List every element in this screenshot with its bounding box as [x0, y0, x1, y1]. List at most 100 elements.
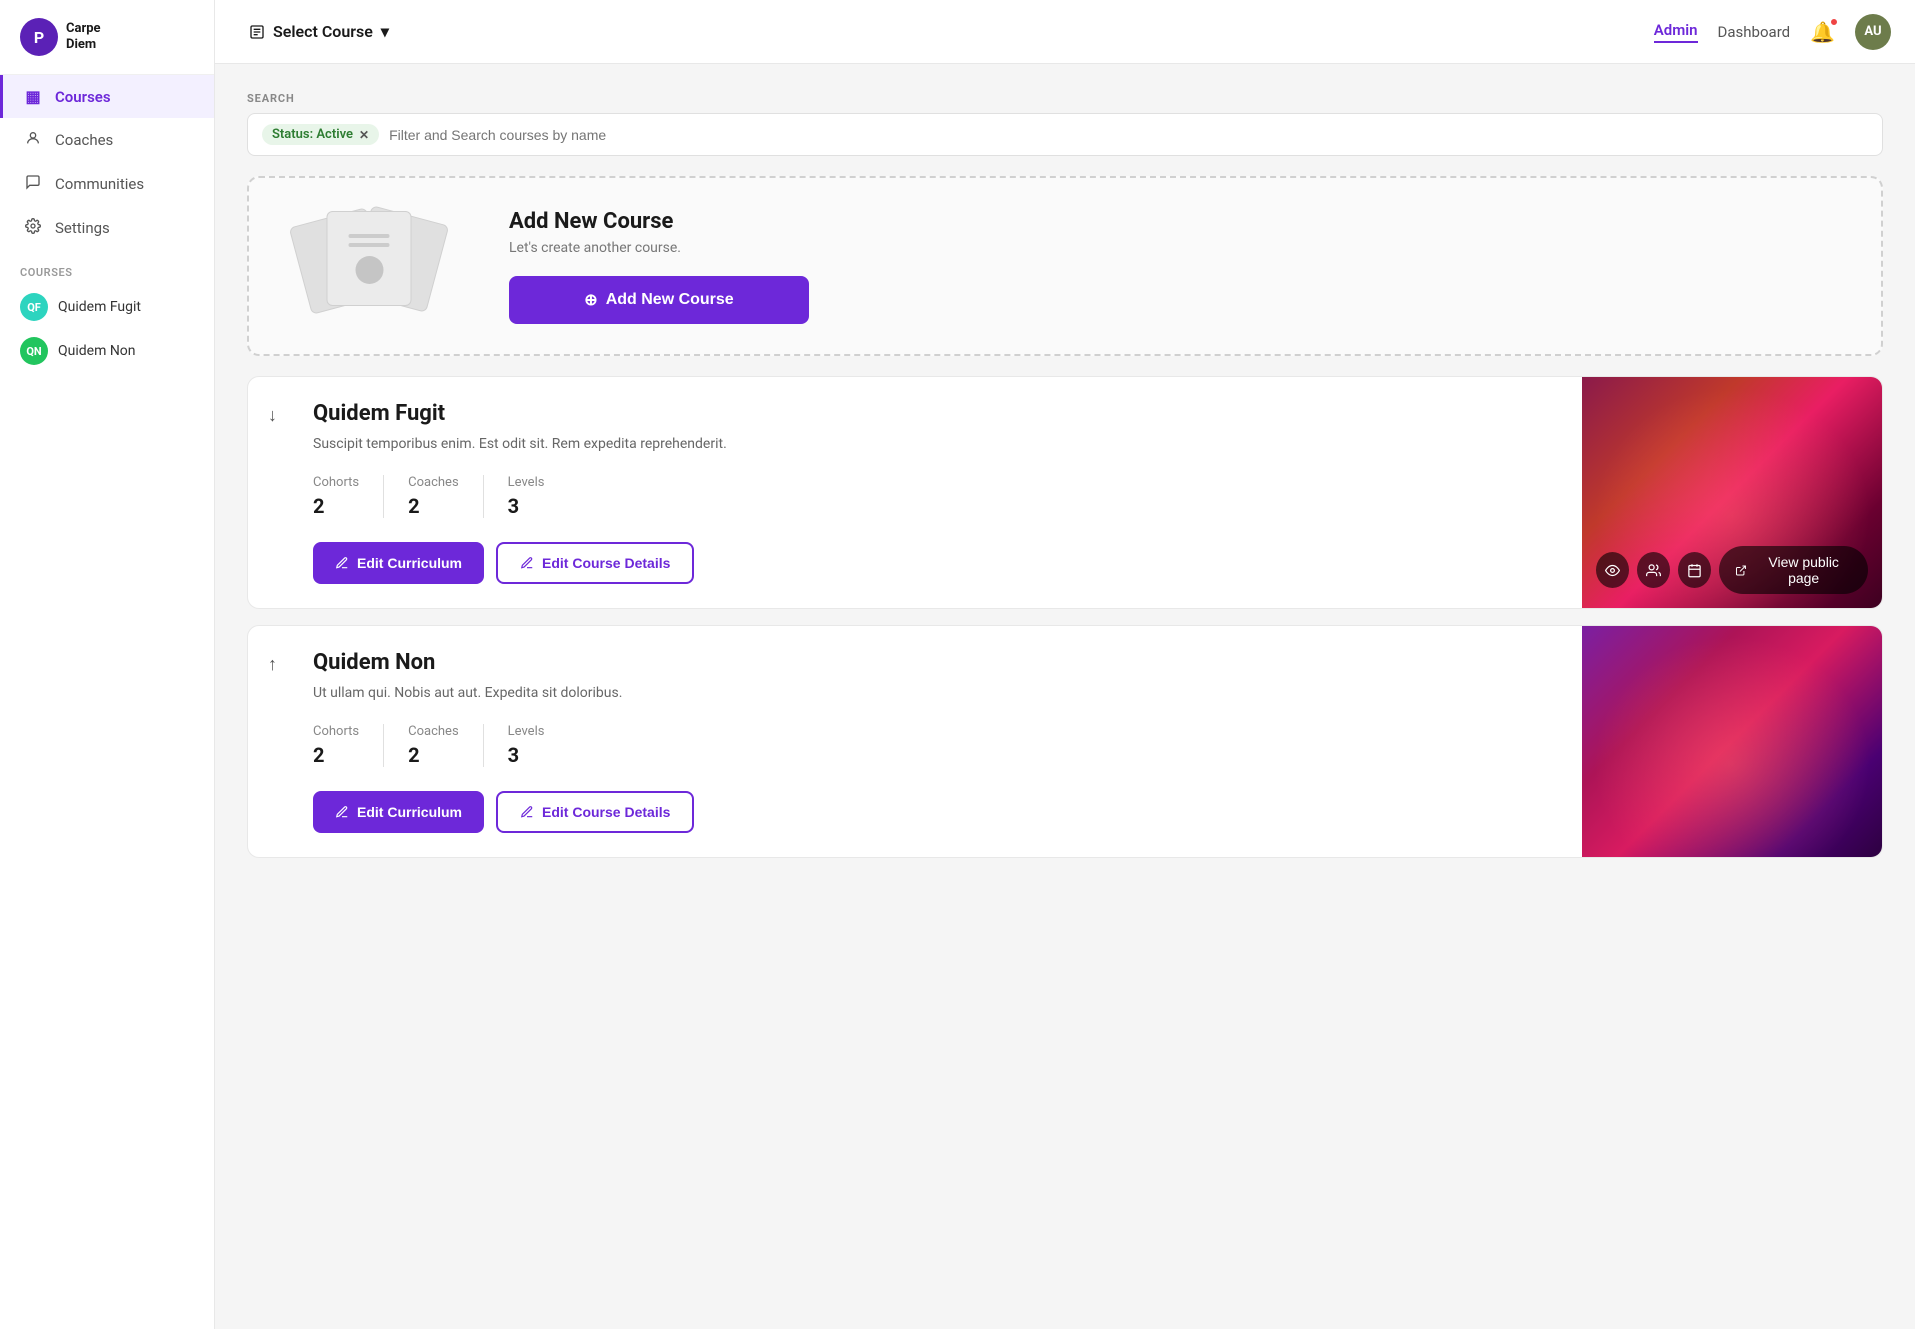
course-stats-2: Cohorts 2 Coaches 2 Levels 3 — [313, 724, 1562, 767]
edit-details-label-2: Edit Course Details — [542, 804, 670, 820]
edit-curriculum-label-1: Edit Curriculum — [357, 555, 462, 571]
sidebar-course-qn-label: Quidem Non — [58, 343, 136, 359]
sidebar-item-communities[interactable]: Communities — [0, 162, 214, 206]
edit-curriculum-button-2[interactable]: Edit Curriculum — [313, 791, 484, 833]
search-label: SEARCH — [247, 92, 1883, 105]
preview-button-1[interactable] — [1596, 552, 1629, 588]
edit-details-icon-2 — [520, 805, 534, 819]
cohorts-label-2: Cohorts — [313, 724, 359, 739]
course-title-1: Quidem Fugit — [313, 401, 1562, 426]
coaches-icon — [23, 130, 43, 150]
status-active-badge: Status: Active ✕ — [262, 124, 379, 145]
levels-stat-1: Levels 3 — [508, 475, 569, 518]
sort-down-arrow-1[interactable]: ↓ — [268, 405, 277, 426]
sidebar-logo: P Carpe Diem — [0, 0, 214, 75]
levels-stat-2: Levels 3 — [508, 724, 569, 767]
course-avatar-qn: QN — [20, 337, 48, 365]
course-card-image-1: View public page — [1582, 377, 1882, 608]
communities-icon — [23, 174, 43, 194]
topbar-right: Admin Dashboard 🔔 AU — [1654, 14, 1891, 50]
coaches-button-1[interactable] — [1637, 552, 1670, 588]
sidebar: P Carpe Diem ▦ Courses Coaches Communiti… — [0, 0, 215, 1329]
course-actions-1: Edit Curriculum Edit Course Details — [313, 542, 1562, 584]
sidebar-course-quidem-fugit[interactable]: QF Quidem Fugit — [0, 285, 214, 329]
course-card-left-2: ↑ — [248, 626, 293, 857]
edit-course-details-button-1[interactable]: Edit Course Details — [496, 542, 694, 584]
edit-curriculum-icon-1 — [335, 556, 349, 570]
coaches-label-2: Coaches — [408, 724, 459, 739]
document-icon — [249, 24, 265, 40]
search-input[interactable] — [389, 127, 1868, 143]
add-course-content: Add New Course Let's create another cour… — [509, 209, 1841, 324]
add-course-card-subtitle: Let's create another course. — [509, 240, 1841, 256]
cohorts-stat-1: Cohorts 2 — [313, 475, 384, 518]
course-card-content-2: Quidem Non Ut ullam qui. Nobis aut aut. … — [293, 626, 1582, 857]
admin-link[interactable]: Admin — [1654, 21, 1698, 43]
course-title-2: Quidem Non — [313, 650, 1562, 675]
coaches-label-1: Coaches — [408, 475, 459, 490]
sidebar-item-courses-label: Courses — [55, 88, 111, 106]
course-card-content-1: Quidem Fugit Suscipit temporibus enim. E… — [293, 377, 1582, 608]
add-new-course-button[interactable]: ⊕ Add New Course — [509, 276, 809, 324]
levels-label-1: Levels — [508, 475, 545, 490]
edit-curriculum-label-2: Edit Curriculum — [357, 804, 462, 820]
view-public-button-1[interactable]: View public page — [1719, 546, 1868, 594]
levels-value-1: 3 — [508, 494, 545, 518]
coaches-icon-1 — [1646, 563, 1661, 578]
sidebar-nav: ▦ Courses Coaches Communities Settings — [0, 75, 214, 250]
sidebar-item-settings[interactable]: Settings — [0, 206, 214, 250]
plus-icon: ⊕ — [584, 290, 597, 310]
sidebar-course-qf-label: Quidem Fugit — [58, 299, 141, 315]
course-desc-2: Ut ullam qui. Nobis aut aut. Expedita si… — [313, 683, 1562, 704]
course-actions-2: Edit Curriculum Edit Course Details — [313, 791, 1562, 833]
course-card-left-1: ↓ — [248, 377, 293, 608]
view-public-label-1: View public page — [1755, 554, 1852, 586]
course-card-image-2 — [1582, 626, 1882, 857]
paper-center — [327, 211, 412, 306]
logo-icon: P — [20, 18, 58, 56]
thumbnail-overlay-1: View public page — [1596, 546, 1868, 594]
select-course-button[interactable]: Select Course ▾ — [239, 16, 399, 47]
levels-label-2: Levels — [508, 724, 545, 739]
coaches-value-1: 2 — [408, 494, 459, 518]
edit-curriculum-button-1[interactable]: Edit Curriculum — [313, 542, 484, 584]
sidebar-item-courses[interactable]: ▦ Courses — [0, 75, 214, 118]
course-card-quidem-fugit: ↓ Quidem Fugit Suscipit temporibus enim.… — [247, 376, 1883, 609]
content-area: SEARCH Status: Active ✕ — [215, 64, 1915, 1329]
calendar-icon-1 — [1687, 563, 1702, 578]
course-stats-1: Cohorts 2 Coaches 2 Levels 3 — [313, 475, 1562, 518]
edit-course-details-button-2[interactable]: Edit Course Details — [496, 791, 694, 833]
courses-icon: ▦ — [23, 87, 43, 106]
topbar-left: Select Course ▾ — [239, 16, 399, 47]
sidebar-course-quidem-non[interactable]: QN Quidem Non — [0, 329, 214, 373]
badge-close-button[interactable]: ✕ — [359, 128, 369, 142]
course-desc-1: Suscipit temporibus enim. Est odit sit. … — [313, 434, 1562, 455]
status-badge-text: Status: Active — [272, 127, 353, 142]
external-link-icon-1 — [1735, 564, 1747, 577]
notification-badge — [1830, 18, 1838, 26]
add-course-card-title: Add New Course — [509, 209, 1841, 234]
settings-icon — [23, 218, 43, 238]
sort-up-arrow-2[interactable]: ↑ — [268, 654, 277, 675]
paper-circle — [355, 256, 383, 284]
user-avatar[interactable]: AU — [1855, 14, 1891, 50]
sidebar-item-communities-label: Communities — [55, 175, 144, 193]
edit-details-label-1: Edit Course Details — [542, 555, 670, 571]
sidebar-item-coaches-label: Coaches — [55, 131, 113, 149]
paper-line-2 — [349, 243, 389, 247]
logo-text: Carpe Diem — [66, 21, 101, 52]
chevron-down-icon: ▾ — [381, 22, 389, 41]
edit-details-icon-1 — [520, 556, 534, 570]
notifications-bell[interactable]: 🔔 — [1810, 20, 1835, 44]
search-bar: Status: Active ✕ — [247, 113, 1883, 156]
cohorts-label-1: Cohorts — [313, 475, 359, 490]
sidebar-item-coaches[interactable]: Coaches — [0, 118, 214, 162]
course-thumbnail-2 — [1582, 626, 1882, 857]
calendar-button-1[interactable] — [1678, 552, 1711, 588]
course-card-quidem-non: ↑ Quidem Non Ut ullam qui. Nobis aut aut… — [247, 625, 1883, 858]
coaches-stat-1: Coaches 2 — [408, 475, 484, 518]
dashboard-link[interactable]: Dashboard — [1718, 23, 1791, 41]
edit-curriculum-icon-2 — [335, 805, 349, 819]
add-new-course-card: Add New Course Let's create another cour… — [247, 176, 1883, 356]
coaches-stat-2: Coaches 2 — [408, 724, 484, 767]
